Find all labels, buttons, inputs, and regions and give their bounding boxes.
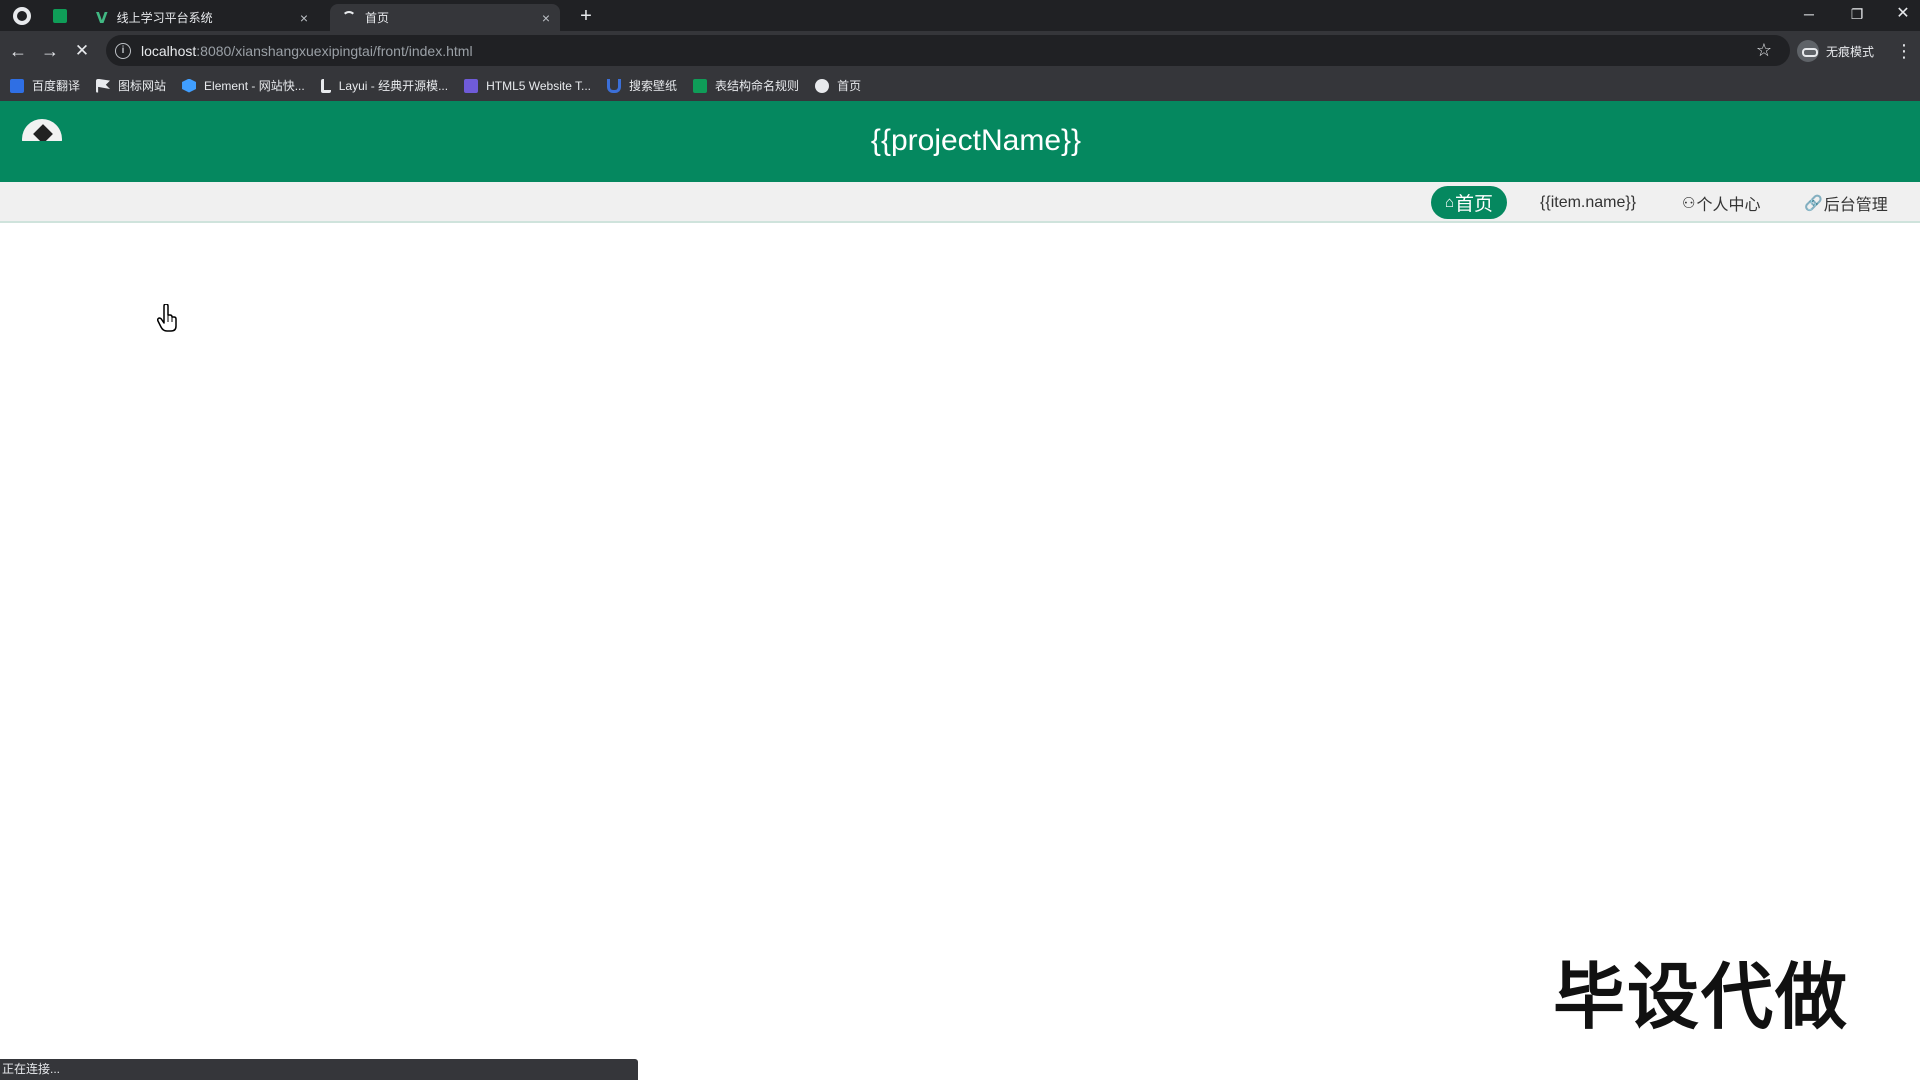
tab-title: 线上学习平台系统: [116, 11, 213, 25]
html5-icon: [464, 78, 479, 93]
browser-toolbar: ← → ✕ i localhost:8080/xianshangxuexipin…: [0, 31, 1920, 70]
nav-home-label: 首页: [1455, 194, 1494, 215]
nav-dynamic-item[interactable]: {{item.name}}: [1540, 186, 1636, 219]
profile-label: 无痕模式: [1826, 44, 1875, 59]
element-icon: [182, 78, 197, 93]
nav-user-center-label: 个人中心: [1696, 196, 1761, 214]
bookmarks-bar: 百度翻译 图标网站 Element - 网站快... Layui - 经典开源模…: [0, 70, 1920, 101]
browser-status-bubble: 正在连接...: [0, 1059, 638, 1080]
bookmark-layui[interactable]: Layui - 经典开源模...: [320, 77, 449, 94]
flag-icon: [96, 78, 111, 93]
browser-tab-strip: V 线上学习平台系统 × 首页 × + ─ ❐ ✕: [0, 0, 1920, 31]
page-title: {{projectName}}: [870, 124, 1082, 157]
address-bar[interactable]: i localhost:8080/xianshangxuexipingtai/f…: [106, 35, 1790, 66]
home-icon: ⌂: [1444, 194, 1455, 211]
bookmark-baidu-translate[interactable]: 百度翻译: [10, 77, 80, 94]
bookmark-element[interactable]: Element - 网站快...: [182, 77, 305, 94]
bookmark-label: 首页: [837, 79, 862, 93]
site-info-icon[interactable]: i: [115, 42, 131, 59]
bookmark-table-naming[interactable]: 表结构命名规则: [693, 77, 799, 94]
url-host: localhost: [141, 42, 197, 59]
sheet-icon: [693, 78, 708, 93]
bookmark-label: 图标网站: [118, 79, 167, 93]
bookmark-label: Element - 网站快...: [204, 79, 305, 93]
bookmark-home[interactable]: 首页: [815, 77, 861, 94]
hand-pointer-icon: [157, 304, 177, 332]
forward-button[interactable]: →: [38, 39, 62, 63]
nav-user-center[interactable]: ⚇ 个人中心: [1682, 186, 1760, 219]
layui-icon: [320, 78, 331, 93]
bookmark-label: 百度翻译: [32, 79, 81, 93]
close-window-button[interactable]: ✕: [1883, 2, 1920, 26]
translate-icon: [10, 78, 24, 93]
back-button[interactable]: ←: [6, 39, 30, 63]
incognito-icon: [1797, 40, 1819, 62]
loading-spinner-icon: [342, 10, 356, 25]
tab-home[interactable]: 首页 ×: [330, 4, 560, 31]
browser-globe-icon[interactable]: [13, 7, 31, 25]
bookmark-label: 搜索壁纸: [629, 79, 678, 93]
bookmark-label: HTML5 Website T...: [486, 78, 592, 93]
new-tab-button[interactable]: +: [574, 4, 598, 28]
tab-title: 首页: [365, 11, 390, 25]
bookmark-label: 表结构命名规则: [715, 79, 800, 93]
browser-menu-button[interactable]: ⋮: [1895, 39, 1913, 63]
link-icon: 🔗: [1804, 194, 1823, 212]
nav-home[interactable]: ⌂ 首页: [1431, 186, 1507, 219]
wallpaper-icon: [607, 78, 622, 93]
nav-admin[interactable]: 🔗 后台管理: [1804, 186, 1888, 219]
nav-admin-label: 后台管理: [1823, 196, 1888, 214]
globe-icon: [815, 78, 830, 93]
site-header: {{projectName}}: [0, 101, 1920, 182]
watermark-text: 毕设代做: [1553, 955, 1850, 1039]
bookmark-html5-templates[interactable]: HTML5 Website T...: [464, 78, 592, 93]
url-path: :8080/xianshangxuexipingtai/front/index.…: [196, 42, 473, 59]
bookmark-label: Layui - 经典开源模...: [338, 79, 449, 93]
incognito-profile-button[interactable]: 无痕模式: [1797, 39, 1874, 63]
tab-close-icon[interactable]: ×: [300, 10, 308, 26]
bookmark-icon-site[interactable]: 图标网站: [96, 77, 166, 94]
main-navigation: ⌂ 首页 {{item.name}} ⚇ 个人中心 🔗 后台管理: [0, 182, 1920, 223]
vue-favicon-icon: V: [96, 8, 108, 27]
pinned-sheet-icon[interactable]: [53, 9, 67, 23]
minimize-button[interactable]: ─: [1789, 2, 1829, 26]
stop-loading-button[interactable]: ✕: [70, 39, 94, 63]
restore-button[interactable]: ❐: [1837, 2, 1877, 26]
bookmark-star-icon[interactable]: ☆: [1756, 40, 1772, 61]
nav-dynamic-label: {{item.name}}: [1540, 193, 1637, 211]
tab-close-icon[interactable]: ×: [542, 10, 550, 26]
user-icon: ⚇: [1682, 194, 1696, 212]
bookmark-wallpaper-search[interactable]: 搜索壁纸: [607, 77, 677, 94]
tab-learning-platform[interactable]: V 线上学习平台系统 ×: [86, 4, 318, 31]
